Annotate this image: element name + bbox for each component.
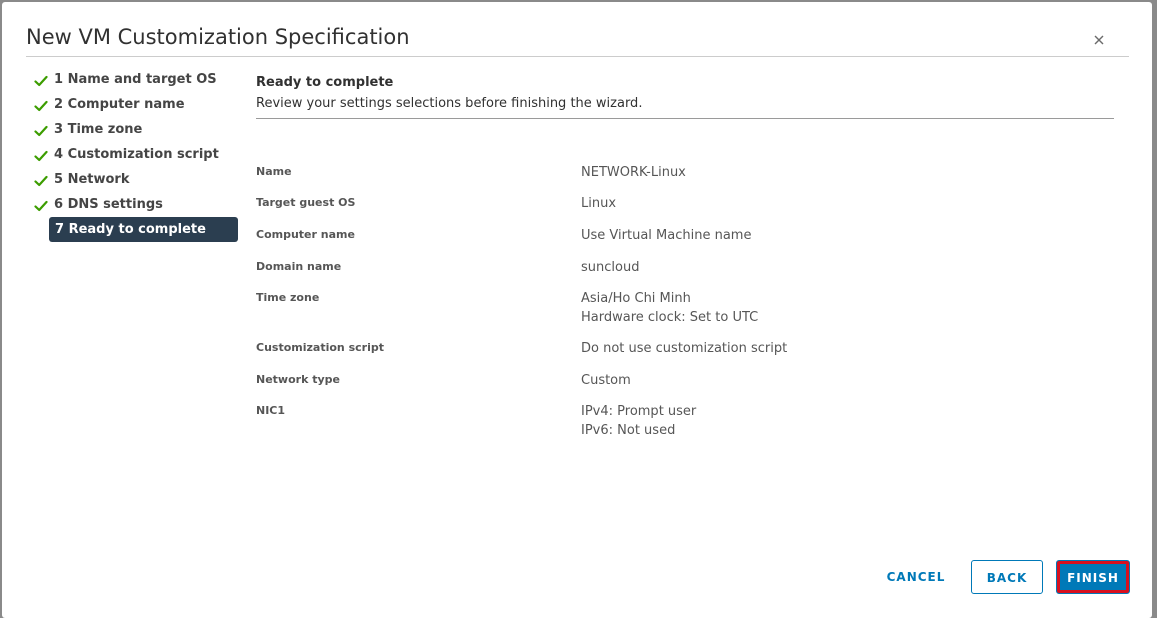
step-label: 5 Network <box>54 172 130 187</box>
step-ready-to-complete[interactable]: 7 Ready to complete <box>49 217 238 242</box>
summary-row-name: Name NETWORK-Linux <box>256 162 1114 193</box>
summary-key: Domain name <box>256 260 342 273</box>
dialog-title: New VM Customization Specification <box>26 25 410 49</box>
step-dns-settings[interactable]: 6 DNS settings <box>32 192 242 217</box>
checkmark-icon <box>34 97 48 112</box>
step-label: 3 Time zone <box>54 122 143 137</box>
wizard-content: Ready to complete Review your settings s… <box>256 72 1114 438</box>
summary-row-domain-name: Domain name suncloud <box>256 257 1114 288</box>
cancel-button[interactable]: CANCEL <box>870 560 962 594</box>
step-label: 4 Customization script <box>54 147 219 162</box>
checkmark-icon <box>34 172 48 187</box>
summary-row-nic1: NIC1 IPv4: Prompt user IPv6: Not used <box>256 401 1114 441</box>
wizard-steps: 1 Name and target OS 2 Computer name 3 T… <box>32 67 242 242</box>
summary-value: Use Virtual Machine name <box>581 228 752 243</box>
summary-key: Network type <box>256 373 340 386</box>
summary-row-network-type: Network type Custom <box>256 370 1114 401</box>
customization-spec-dialog: New VM Customization Specification 1 Nam… <box>2 2 1152 618</box>
summary-row-target-guest-os: Target guest OS Linux <box>256 193 1114 225</box>
checkmark-icon <box>34 72 48 87</box>
summary-value: Custom <box>581 373 631 388</box>
step-name-and-target-os[interactable]: 1 Name and target OS <box>32 67 242 92</box>
summary-row-time-zone: Time zone Asia/Ho Chi Minh Hardware cloc… <box>256 288 1114 338</box>
summary-key: Computer name <box>256 228 355 241</box>
summary-value: Hardware clock: Set to UTC <box>581 310 759 325</box>
step-label: 7 Ready to complete <box>55 222 206 237</box>
summary-key: Customization script <box>256 341 384 354</box>
summary-value: Do not use customization script <box>581 341 788 356</box>
section-description: Review your settings selections before f… <box>256 96 643 111</box>
summary-key: Target guest OS <box>256 196 356 209</box>
summary-key: NIC1 <box>256 404 286 417</box>
summary-row-customization-script: Customization script Do not use customiz… <box>256 338 1114 370</box>
back-button[interactable]: BACK <box>971 560 1043 594</box>
step-computer-name[interactable]: 2 Computer name <box>32 92 242 117</box>
summary-key: Time zone <box>256 291 320 304</box>
summary-list: Name NETWORK-Linux Target guest OS Linux… <box>256 162 1114 441</box>
summary-row-computer-name: Computer name Use Virtual Machine name <box>256 225 1114 257</box>
step-network[interactable]: 5 Network <box>32 167 242 192</box>
checkmark-icon <box>34 122 48 137</box>
summary-value: suncloud <box>581 260 640 275</box>
summary-value: Linux <box>581 196 617 211</box>
step-time-zone[interactable]: 3 Time zone <box>32 117 242 142</box>
step-label: 6 DNS settings <box>54 197 163 212</box>
summary-key: Name <box>256 165 292 178</box>
summary-value: Asia/Ho Chi Minh <box>581 291 691 306</box>
summary-value: IPv4: Prompt user <box>581 404 697 419</box>
header-divider <box>26 56 1129 57</box>
section-title: Ready to complete <box>256 75 394 90</box>
summary-value: NETWORK-Linux <box>581 165 686 180</box>
step-customization-script[interactable]: 4 Customization script <box>32 142 242 167</box>
checkmark-icon <box>34 147 48 162</box>
finish-button[interactable]: FINISH <box>1056 560 1130 594</box>
checkmark-icon <box>34 197 48 212</box>
content-divider <box>256 118 1114 119</box>
summary-value: IPv6: Not used <box>581 423 676 438</box>
step-label: 2 Computer name <box>54 97 185 112</box>
close-icon[interactable] <box>1090 31 1108 49</box>
step-label: 1 Name and target OS <box>54 72 217 87</box>
